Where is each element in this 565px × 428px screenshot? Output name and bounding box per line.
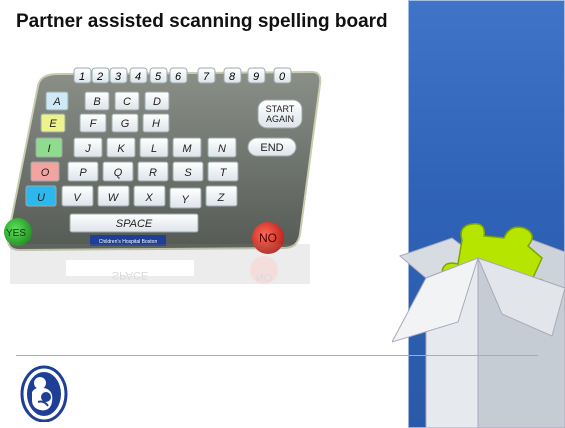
number-key-label: 7 xyxy=(203,71,210,83)
number-key: 6 xyxy=(169,67,188,84)
key-label: R xyxy=(149,167,157,179)
reflection-space-text: SPACE xyxy=(112,269,148,281)
key-label: K xyxy=(117,143,125,155)
title-bar: Partner assisted scanning spelling board xyxy=(0,0,408,46)
number-key: 9 xyxy=(247,67,266,84)
number-key: 2 xyxy=(91,67,110,84)
key-label: N xyxy=(218,143,226,155)
number-key: 7 xyxy=(197,67,216,84)
reflection-no-text: NO xyxy=(256,271,273,283)
number-key-label: 2 xyxy=(96,71,103,83)
key-label: U xyxy=(37,192,45,204)
end-label: END xyxy=(260,142,283,154)
number-key-label: 1 xyxy=(79,71,85,83)
key-label: H xyxy=(152,118,160,130)
key-label: M xyxy=(182,143,192,155)
key-label: G xyxy=(121,118,130,130)
start-again-label-2: AGAIN xyxy=(266,114,294,124)
key-label: D xyxy=(153,96,161,108)
key-label: Y xyxy=(181,194,189,206)
number-key: 5 xyxy=(149,67,168,84)
logo-child-head xyxy=(41,392,51,402)
slide: Partner assisted scanning spelling board xyxy=(0,0,565,428)
key-label: J xyxy=(84,143,91,155)
reflection-svg: SPACE NO xyxy=(10,244,310,284)
key-label: B xyxy=(93,96,100,108)
open-box-with-puzzle-piece-icon xyxy=(390,218,565,428)
logo-svg xyxy=(20,365,68,423)
number-key: 1 xyxy=(73,67,92,84)
space-label: SPACE xyxy=(116,218,153,230)
hospital-mother-child-logo-icon xyxy=(18,364,76,423)
slide-title: Partner assisted scanning spelling board xyxy=(16,11,388,32)
number-key: 8 xyxy=(223,67,242,84)
key-label: P xyxy=(79,167,87,179)
number-key-label: 0 xyxy=(279,71,286,83)
key-label: A xyxy=(52,96,60,108)
key-label: C xyxy=(123,96,131,108)
key-label: S xyxy=(184,167,192,179)
key-label: L xyxy=(151,143,157,155)
number-key-label: 6 xyxy=(175,71,182,83)
number-key-label: 9 xyxy=(253,71,259,83)
number-key-label: 4 xyxy=(135,71,141,83)
yes-label: YES xyxy=(6,228,26,239)
green-divider-line xyxy=(16,355,538,356)
number-key-label: 8 xyxy=(229,71,236,83)
board-reflection: SPACE NO xyxy=(0,240,330,310)
number-key: 4 xyxy=(129,67,148,84)
number-key: 0 xyxy=(273,67,292,84)
logo-mother-head xyxy=(34,377,46,389)
number-key-label: 5 xyxy=(155,71,162,83)
key-label: Q xyxy=(114,167,123,179)
key-label: E xyxy=(49,118,57,130)
box-illustration-svg xyxy=(390,223,565,428)
number-row: 1 2 3 4 5 6 7 8 9 0 xyxy=(73,67,292,84)
number-key: 3 xyxy=(109,67,128,84)
key-label: O xyxy=(41,167,50,179)
spelling-board-image: 1 2 3 4 5 6 7 8 9 0 A B C D E F G H I J … xyxy=(0,58,330,258)
start-again-label-1: START xyxy=(266,104,295,114)
key-label: I xyxy=(47,143,50,155)
key-label: X xyxy=(144,192,153,204)
key-label: Z xyxy=(217,192,226,204)
key-label: W xyxy=(108,192,120,204)
spelling-board-svg: 1 2 3 4 5 6 7 8 9 0 A B C D E F G H I J … xyxy=(4,67,322,254)
number-key-label: 3 xyxy=(115,71,122,83)
